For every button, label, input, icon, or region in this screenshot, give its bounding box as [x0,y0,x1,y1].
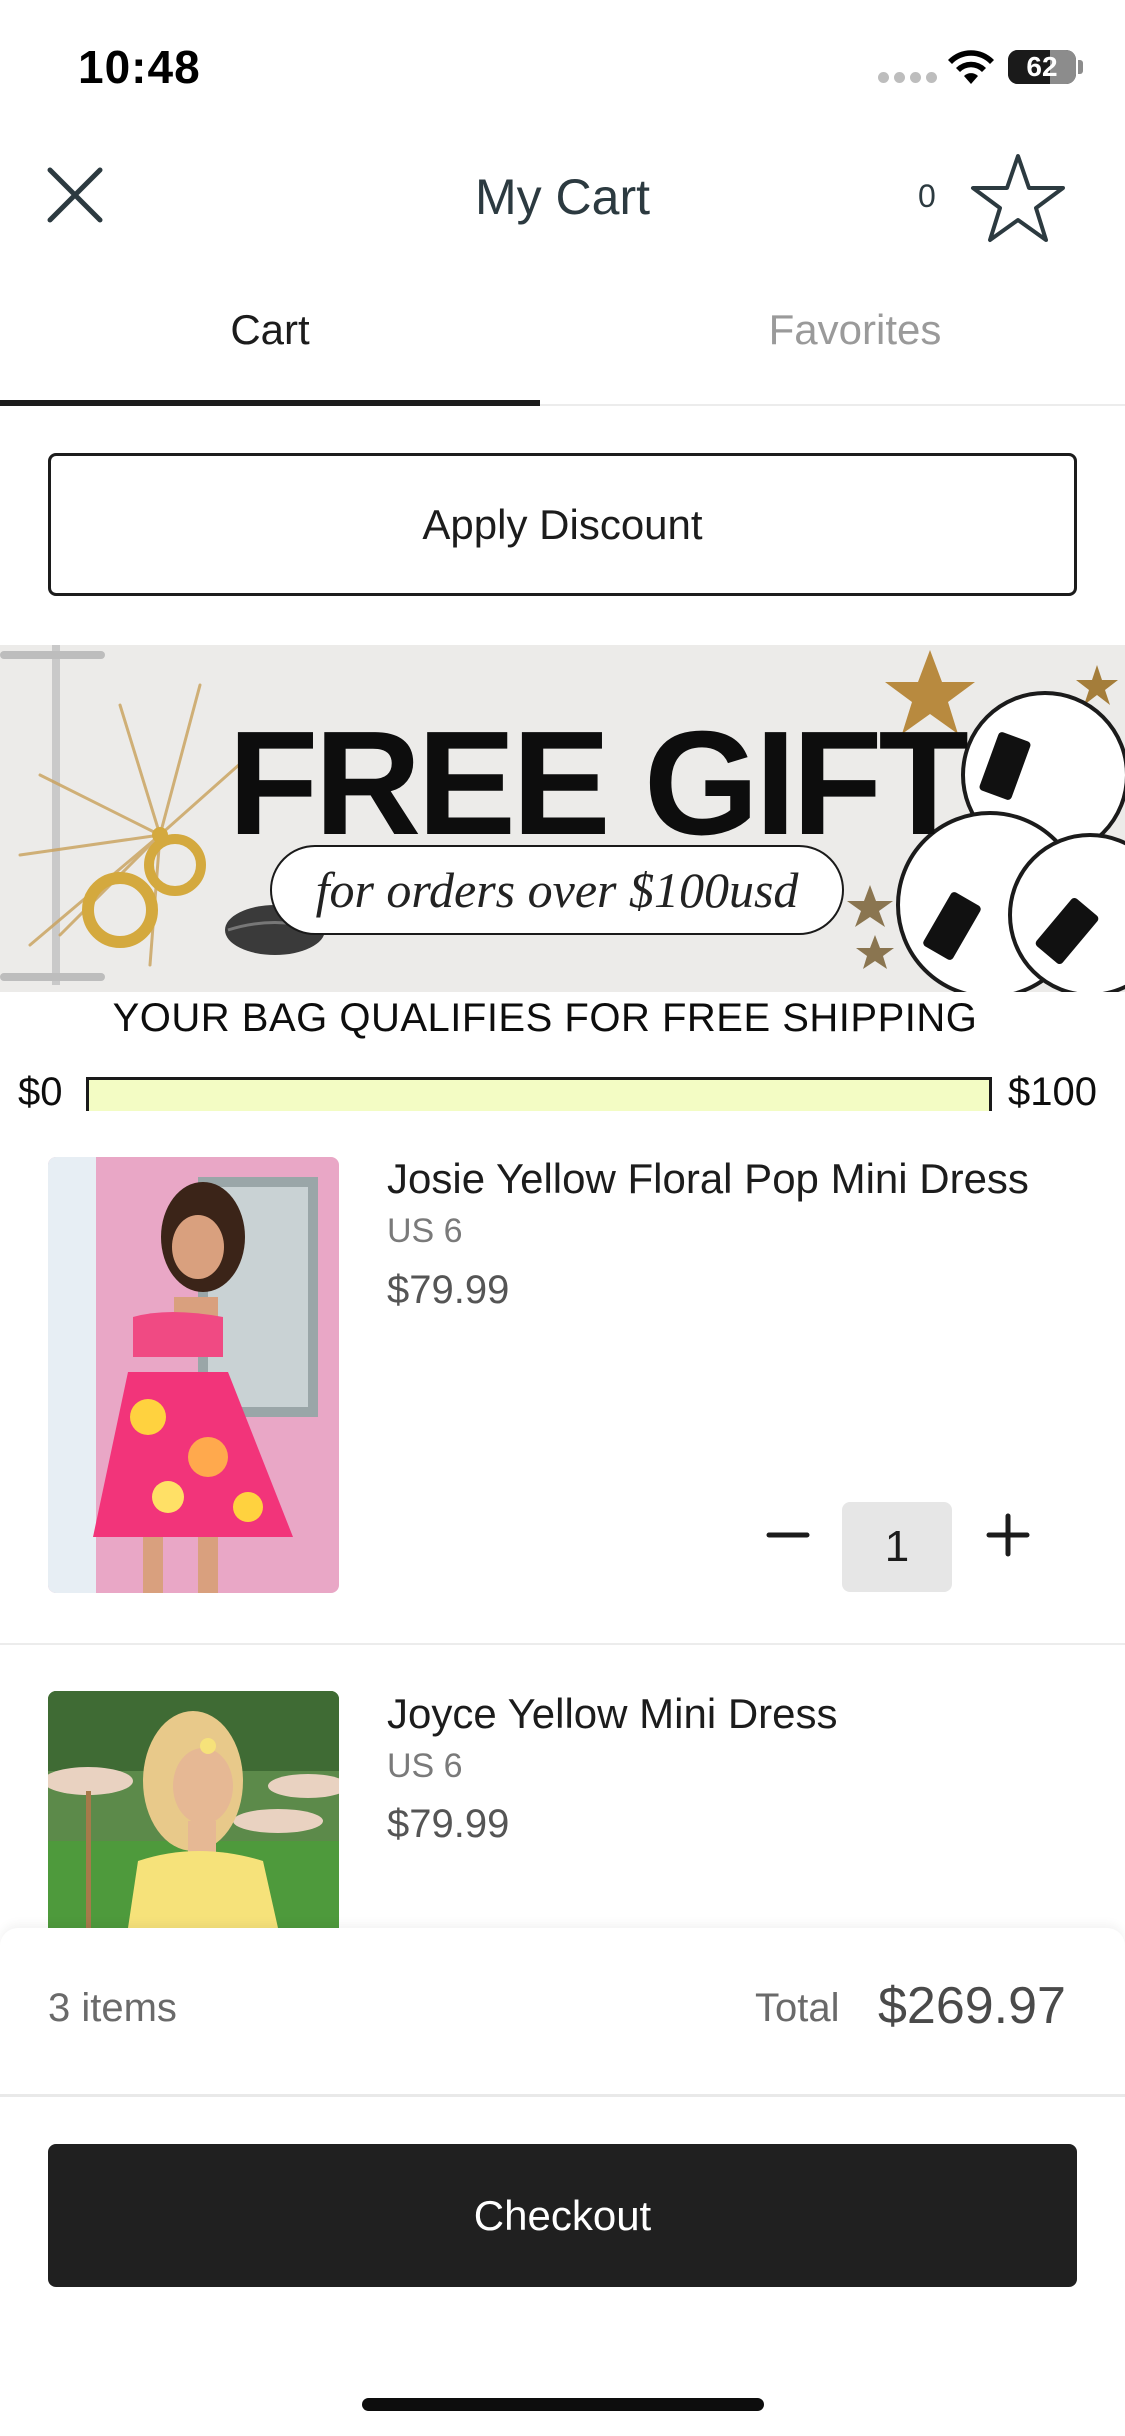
shipping-progress-bar [86,1077,992,1111]
decrease-quantity-button[interactable] [763,1510,813,1560]
free-gift-banner[interactable]: FREE GIFT for orders over $100usd [0,645,1125,992]
shipping-progress-fill [89,1080,989,1111]
banner-subtitle: for orders over $100usd [270,845,844,935]
cart-item-count: 3 items [48,1986,177,2030]
status-bar: 10:48 62 [0,0,1125,140]
favorites-count: 0 [918,178,936,214]
page-title: My Cart [475,169,650,225]
tab-bar: Cart Favorites [0,280,1125,406]
product-name[interactable]: Joyce Yellow Mini Dress [387,1690,838,1738]
total-label: Total [755,1986,840,2030]
product-photo-josie [48,1157,339,1593]
product-size: US 6 [387,1747,463,1785]
increase-quantity-button[interactable] [983,1510,1033,1560]
item-divider [0,1643,1125,1645]
shipping-progress-min: $0 [18,1070,63,1114]
footer-divider [0,2094,1125,2097]
star-icon[interactable] [968,150,1068,246]
shipping-progress-max: $100 [1008,1070,1097,1114]
total-amount: $269.97 [878,1977,1066,2035]
active-tab-indicator [0,400,540,406]
product-photo-joyce [48,1691,339,1928]
wifi-icon [948,50,994,84]
product-name[interactable]: Josie Yellow Floral Pop Mini Dress [387,1155,1029,1203]
banner-title: FREE GIFT [228,701,969,866]
checkout-button[interactable]: Checkout [48,2144,1077,2287]
tab-cart[interactable]: Cart [0,280,540,404]
battery-level: 62 [1026,51,1058,82]
product-image-josie[interactable] [48,1157,339,1593]
cart-summary-footer: 3 items Total $269.97 Checkout [0,1928,1125,2436]
product-size: US 6 [387,1212,463,1250]
free-shipping-message: YOUR BAG QUALIFIES FOR FREE SHIPPING [112,996,978,1040]
battery-cap [1078,60,1083,74]
product-price: $79.99 [387,1268,510,1312]
product-image-joyce[interactable] [48,1691,339,1928]
product-price: $79.99 [387,1802,510,1846]
battery-icon: 62 [1008,50,1076,84]
tab-favorites[interactable]: Favorites [585,280,1125,404]
status-time: 10:48 [78,41,201,93]
cellular-signal-icon [878,72,937,83]
apply-discount-button[interactable]: Apply Discount [48,453,1077,596]
home-indicator[interactable] [362,2398,764,2411]
quantity-value[interactable]: 1 [842,1502,952,1592]
